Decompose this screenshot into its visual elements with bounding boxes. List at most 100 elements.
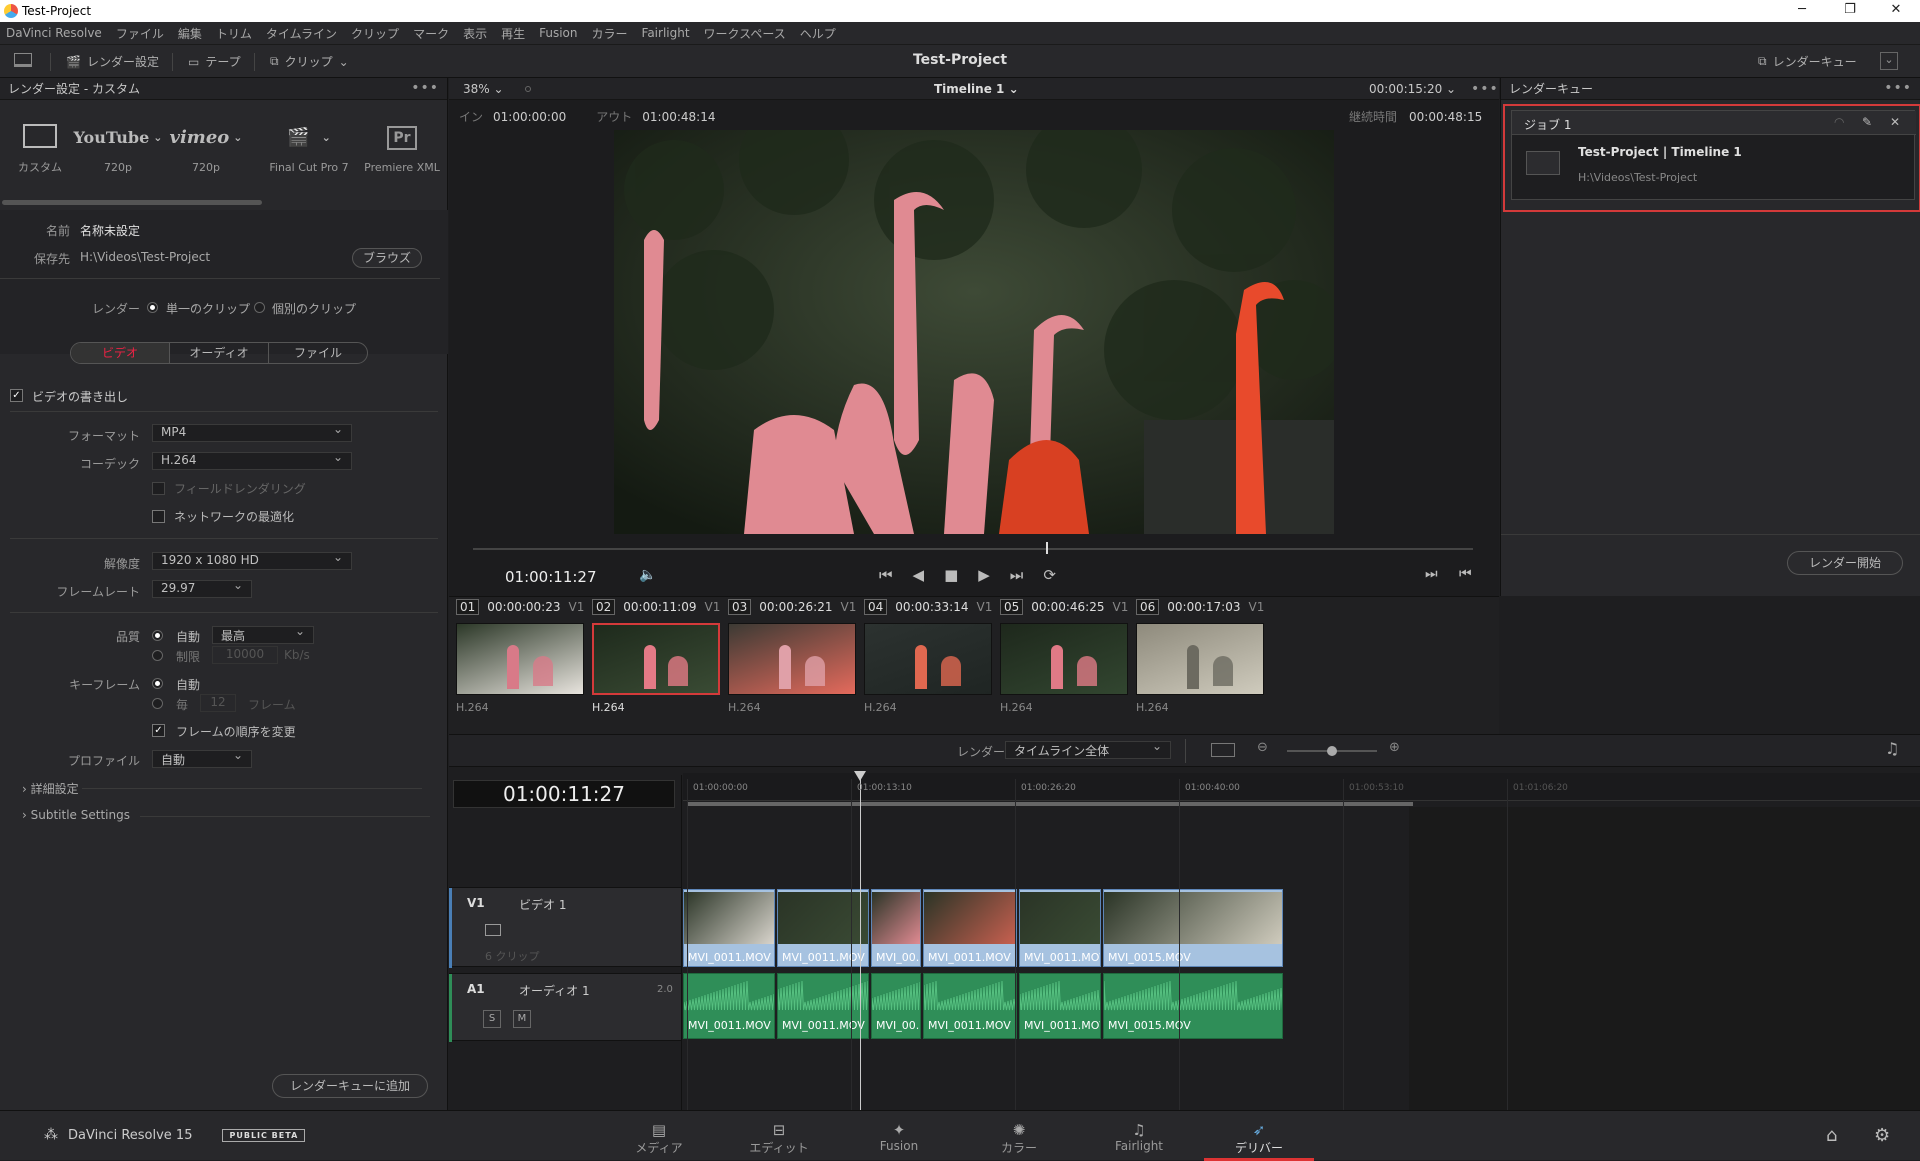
monitor-icon[interactable]	[485, 924, 501, 936]
quality-limit-radio[interactable]	[152, 650, 163, 661]
preset-premiere[interactable]: Pr Premiere XML	[362, 115, 442, 174]
solo-button[interactable]: S	[483, 1010, 501, 1028]
menu-file[interactable]: ファイル	[116, 25, 164, 42]
resolution-dropdown[interactable]: 1920 x 1080 HD	[152, 550, 352, 570]
timeline-playhead[interactable]	[854, 771, 866, 1111]
a1-track-name[interactable]: オーディオ 1	[519, 982, 590, 999]
advanced-settings-toggle[interactable]: › 詳細設定	[22, 780, 79, 797]
render-settings-button[interactable]: 🎬 レンダー設定	[66, 53, 159, 70]
page-media[interactable]: ▤ メディア	[604, 1111, 714, 1161]
skip-to-start-icon[interactable]: ⏮	[879, 566, 893, 584]
preset-scrollbar[interactable]	[2, 200, 262, 205]
profile-dropdown[interactable]: 自動	[152, 748, 252, 768]
preset-custom[interactable]: カスタム	[0, 113, 80, 175]
preset-final-cut[interactable]: 🎬 ⌄ Final Cut Pro 7	[262, 115, 356, 174]
name-field[interactable]: 名称未設定	[80, 222, 140, 239]
video-clip[interactable]: MVI_0011.MOV	[923, 889, 1017, 967]
edit-icon[interactable]: ✎	[1862, 115, 1872, 129]
subtitle-settings-toggle[interactable]: › Subtitle Settings	[22, 808, 130, 822]
page-edit[interactable]: ⊟ エディット	[724, 1111, 834, 1161]
video-clip[interactable]: MVI_0011.MOV	[683, 889, 775, 967]
browse-button[interactable]: ブラウズ	[352, 248, 422, 268]
timecode-dropdown[interactable]: 00:00:15:20 ⌄	[1369, 82, 1456, 96]
stop-icon[interactable]: ■	[944, 566, 958, 584]
menu-fairlight[interactable]: Fairlight	[642, 26, 690, 40]
maximize-button[interactable]: ❐	[1830, 2, 1870, 17]
next-edit-icon[interactable]: ⏭	[1425, 566, 1438, 582]
menu-fusion[interactable]: Fusion	[539, 26, 577, 40]
add-to-render-queue-button[interactable]: レンダーキューに追加	[272, 1074, 428, 1098]
expand-icon[interactable]: ⌄	[1880, 52, 1898, 70]
menu-playback[interactable]: 再生	[501, 25, 525, 42]
monitor-icon[interactable]	[14, 53, 32, 67]
video-clip[interactable]: MVI_0015.MOV	[1103, 889, 1283, 967]
prev-edit-icon[interactable]: ⏮	[1459, 566, 1472, 582]
loop-icon[interactable]: ⟳	[1043, 566, 1056, 584]
play-icon[interactable]: ▶	[978, 566, 990, 584]
v1-track-name[interactable]: ビデオ 1	[519, 896, 566, 913]
playhead[interactable]	[1046, 542, 1048, 554]
keyframe-interval-input[interactable]: 12	[200, 694, 236, 712]
start-render-button[interactable]: レンダー開始	[1787, 551, 1903, 575]
tab-file[interactable]: ファイル	[269, 343, 367, 363]
clips-button[interactable]: ⧉ クリップ ⌄	[270, 53, 349, 70]
menu-edit[interactable]: 編集	[178, 25, 202, 42]
audio-clip[interactable]: MVI_0011.MOV	[683, 973, 775, 1039]
audio-clip[interactable]: MVI_0011.MOV	[923, 973, 1017, 1039]
audio-clip[interactable]: MVI_00...	[871, 973, 921, 1039]
volume-icon[interactable]: 🔈	[639, 567, 656, 583]
network-optimize-checkbox[interactable]	[152, 510, 165, 523]
bitrate-limit-input[interactable]: 10000	[212, 646, 278, 664]
skip-to-end-icon[interactable]: ⏭	[1010, 566, 1024, 584]
page-fusion[interactable]: ✦ Fusion	[844, 1111, 954, 1161]
video-clip[interactable]: MVI_0011.MOV	[1019, 889, 1101, 967]
zoom-in-icon[interactable]: ⊕	[1389, 740, 1400, 755]
delete-icon[interactable]: ✕	[1890, 115, 1900, 129]
render-job-card[interactable]: ジョブ 1 ◠ ✎ ✕ Test-Project | Timeline 1 H:…	[1511, 110, 1916, 200]
menu-workspace[interactable]: ワークスペース	[704, 25, 786, 42]
tab-video[interactable]: ビデオ	[71, 343, 170, 363]
scrubber-bar[interactable]	[473, 542, 1473, 554]
zoom-dropdown[interactable]: 38% ⌄	[463, 82, 504, 96]
track-height-icon[interactable]	[1211, 743, 1235, 757]
audio-clip[interactable]: MVI_0011.MOV	[1019, 973, 1101, 1039]
menu-timeline[interactable]: タイムライン	[266, 25, 337, 42]
music-note-icon[interactable]: ♫	[1885, 739, 1899, 758]
framerate-dropdown[interactable]: 29.97	[152, 578, 252, 598]
quality-auto-radio[interactable]	[152, 630, 163, 641]
minimize-button[interactable]: ─	[1782, 2, 1822, 17]
keyframe-every-radio[interactable]	[152, 698, 163, 709]
render-queue-button[interactable]: ⧉ レンダーキュー	[1758, 53, 1857, 70]
home-icon[interactable]: ⌂	[1826, 1125, 1837, 1146]
quality-dropdown[interactable]: 最高	[212, 624, 314, 644]
zoom-out-icon[interactable]: ⊖	[1257, 740, 1268, 755]
single-clip-radio[interactable]	[147, 302, 158, 313]
render-range-bar[interactable]	[687, 802, 1413, 806]
audio-clip[interactable]: MVI_0015.MOV	[1103, 973, 1283, 1039]
location-field[interactable]: H:\Videos\Test-Project	[80, 250, 210, 264]
menu-view[interactable]: 表示	[463, 25, 487, 42]
field-rendering-checkbox[interactable]	[152, 482, 165, 495]
page-fairlight[interactable]: ♫ Fairlight	[1084, 1111, 1194, 1161]
menu-trim[interactable]: トリム	[216, 25, 252, 42]
zoom-slider[interactable]	[1287, 746, 1377, 756]
close-button[interactable]: ✕	[1876, 2, 1916, 17]
zoom-slider-handle[interactable]	[1327, 746, 1337, 756]
format-dropdown[interactable]: MP4	[152, 422, 352, 442]
more-options-icon[interactable]: •••	[411, 80, 439, 96]
render-scope-dropdown[interactable]: タイムライン全体	[1005, 739, 1171, 759]
playhead-marker[interactable]	[854, 771, 866, 781]
frame-reorder-checkbox[interactable]: ✓	[152, 724, 165, 737]
preset-vimeo[interactable]: vimeo ⌄ 720p	[166, 115, 246, 174]
individual-clips-radio[interactable]	[254, 302, 265, 313]
page-deliver[interactable]: ➶ デリバー	[1204, 1111, 1314, 1161]
menu-mark[interactable]: マーク	[413, 25, 449, 42]
audio-clip[interactable]: MVI_0011.MOV	[777, 973, 869, 1039]
mute-button[interactable]: M	[513, 1010, 531, 1028]
page-color[interactable]: ✺ カラー	[964, 1111, 1074, 1161]
video-clip[interactable]: MVI_00...	[871, 889, 921, 967]
video-clip[interactable]: MVI_0011.MOV	[777, 889, 869, 967]
menu-color[interactable]: カラー	[592, 25, 628, 42]
codec-dropdown[interactable]: H.264	[152, 450, 352, 470]
preset-youtube[interactable]: YouTube ⌄ 720p	[74, 115, 163, 174]
